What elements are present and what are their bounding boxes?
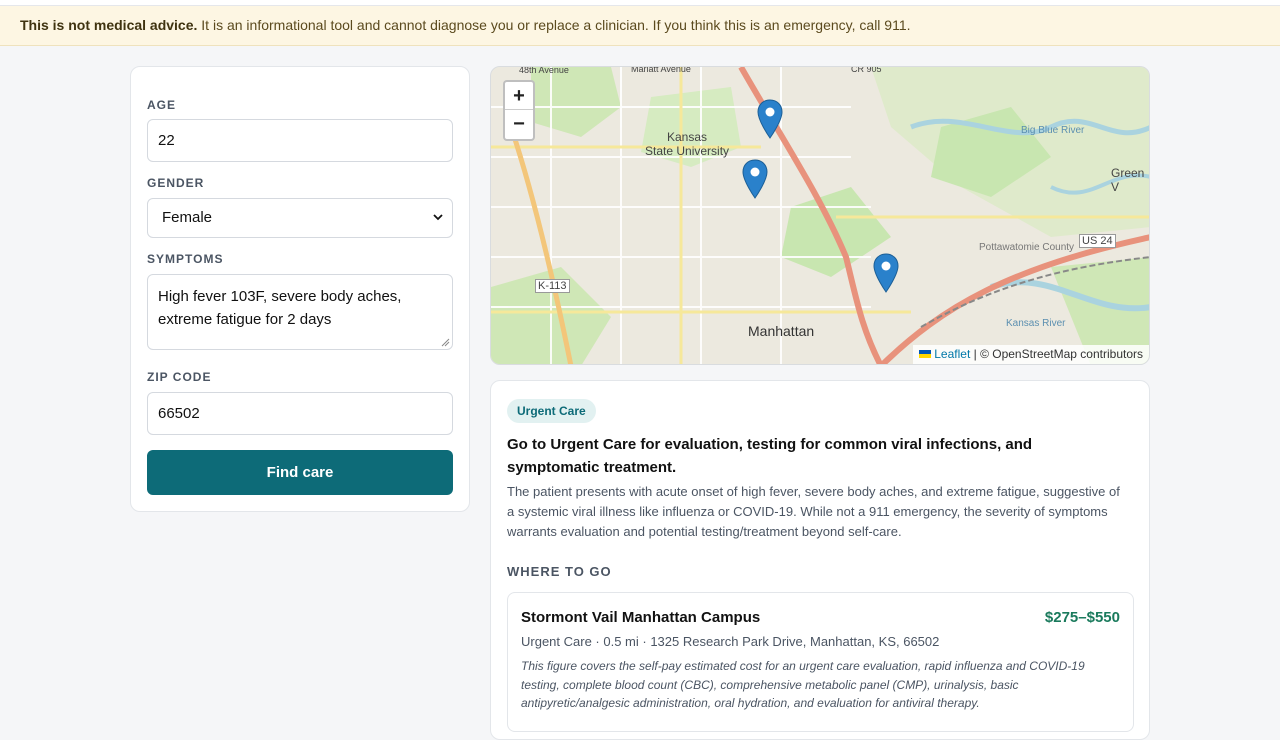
recommendation-rationale: The patient presents with acute onset of… <box>507 484 1120 539</box>
map-label-kansas: Kansas <box>667 130 708 144</box>
symptoms-label: SYMPTOMS <box>147 252 224 266</box>
recommendation-headline: Go to Urgent Care for evaluation, testin… <box>507 436 1033 476</box>
map-attribution: Leaflet | © OpenStreetMap contributors <box>913 345 1149 364</box>
map-pin-icon[interactable] <box>757 99 783 139</box>
gender-label: GENDER <box>147 176 205 190</box>
chevron-down-icon <box>433 214 443 221</box>
map-label-marlatt: Marlatt Avenue <box>631 66 691 74</box>
zip-input[interactable]: 66502 <box>147 392 453 435</box>
intake-form: AGE 22 GENDER Female SYMPTOMS High fever… <box>130 66 470 512</box>
zoom-out-button[interactable]: − <box>505 110 533 138</box>
leaflet-link[interactable]: Leaflet <box>934 347 970 361</box>
where-to-go-heading: WHERE TO GO <box>507 564 612 579</box>
facility-name: Stormont Vail Manhattan Campus <box>521 609 761 626</box>
symptoms-value: High fever 103F, severe body aches, extr… <box>158 288 402 328</box>
disclaimer-banner: This is not medical advice. It is an inf… <box>0 6 1280 46</box>
age-label: AGE <box>147 98 177 112</box>
map-label-county: Pottawatomie County <box>979 242 1075 253</box>
disclaimer-bold: This is not medical advice. <box>20 17 198 33</box>
map-label-green: Green V <box>1111 166 1145 194</box>
recommendation-card: Urgent Care Go to Urgent Care for evalua… <box>490 380 1150 740</box>
facility-cost-note: This figure covers the self-pay estimate… <box>521 659 1085 710</box>
care-level-badge: Urgent Care <box>507 399 596 423</box>
map-label-k113: K-113 <box>535 279 570 293</box>
find-care-button[interactable]: Find care <box>147 450 453 495</box>
map-label-avenue: 48th Avenue <box>519 66 569 75</box>
gender-select[interactable]: Female <box>147 198 453 238</box>
symptoms-textarea[interactable]: High fever 103F, severe body aches, extr… <box>147 274 453 350</box>
gender-value: Female <box>162 209 213 226</box>
map-label-big-blue: Big Blue River <box>1021 125 1085 136</box>
map-pin-icon[interactable] <box>742 159 768 199</box>
zip-label: ZIP CODE <box>147 370 212 384</box>
ukraine-flag-icon <box>919 350 932 358</box>
facility-meta: Urgent Care · 0.5 mi · 1325 Research Par… <box>521 634 940 649</box>
osm-attribution: | © OpenStreetMap contributors <box>973 347 1143 361</box>
age-input[interactable]: 22 <box>147 119 453 162</box>
map-label-manhattan: Manhattan <box>748 323 815 339</box>
map-label-kansas-river: Kansas River <box>1006 318 1066 329</box>
resize-grip-icon[interactable] <box>441 338 450 347</box>
zoom-control: + − <box>503 80 535 141</box>
care-map[interactable]: Kansas State University Manhattan K-113 … <box>490 66 1150 365</box>
map-label-us24: US 24 <box>1079 234 1116 248</box>
map-label-cr: CR 905 <box>851 66 882 74</box>
disclaimer-text: It is an informational tool and cannot d… <box>201 17 911 33</box>
map-label-ksu: State University <box>645 144 730 158</box>
zoom-in-button[interactable]: + <box>505 82 533 110</box>
facility-price: $275–$550 <box>1044 609 1120 626</box>
facility-card[interactable]: Stormont Vail Manhattan Campus $275–$550… <box>507 592 1134 732</box>
map-pin-icon[interactable] <box>873 253 899 293</box>
